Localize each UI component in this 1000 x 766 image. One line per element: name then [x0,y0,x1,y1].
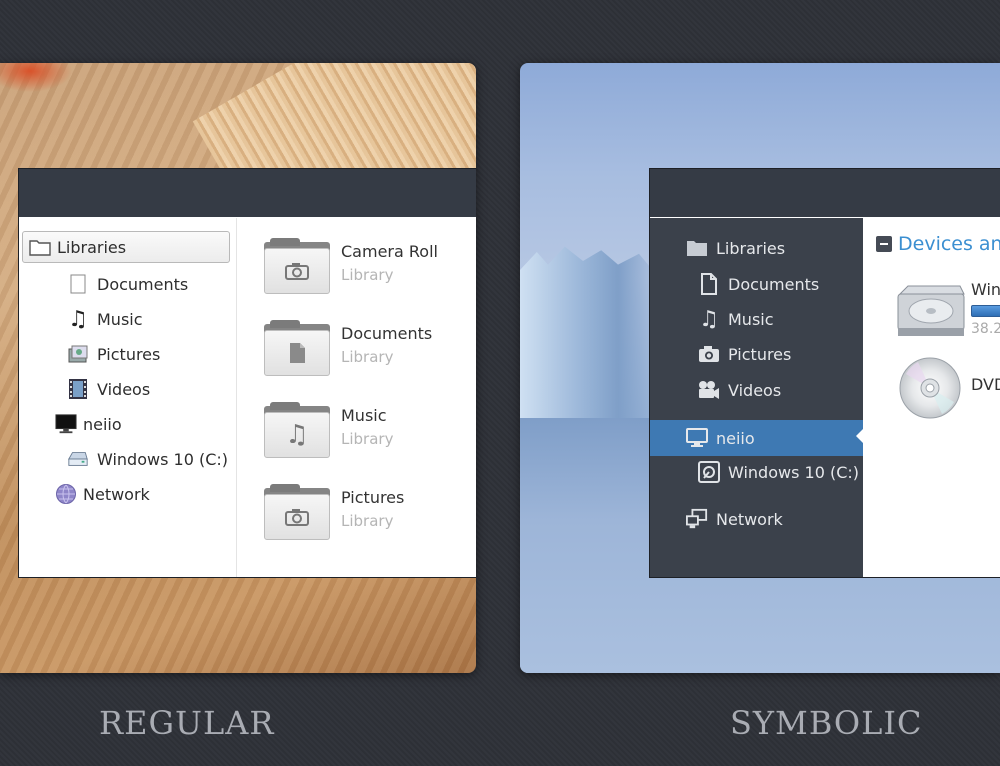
music-icon: ♫ [699,306,719,332]
selection-arrow [856,429,863,443]
sidebar-item-label: Libraries [716,238,786,258]
title-bar[interactable] [19,169,476,217]
network-icon [686,508,708,530]
sidebar-item-label: Music [728,309,774,329]
caption-regular: REGULAR [99,704,275,742]
caption-symbolic: SYMBOLIC [730,704,923,742]
folder-icon: ♫ [264,402,330,458]
sidebar-item-label: Music [97,309,143,329]
folder-icon [29,236,51,258]
sidebar-item-label: Videos [728,380,782,400]
music-icon: ♫ [285,420,309,450]
sidebar-item-music[interactable]: ♫ Music [698,303,774,335]
symbolic-preview-panel: Libraries Documents ♫ Music Pictures Vid… [520,63,1000,673]
document-icon [67,273,89,295]
sidebar-item-libraries[interactable]: Libraries [686,232,785,264]
library-type: Library [341,266,394,284]
monitor-icon [55,413,77,435]
sidebar-item-videos[interactable]: Videos [67,373,150,405]
sidebar-item-label: Documents [728,274,820,294]
sidebar-item-label: Windows 10 (C:) [728,462,859,482]
sidebar-item-computer[interactable]: neiio [55,408,122,440]
sidebar-item-label: Windows 10 (C:) [97,449,228,469]
document-icon [290,343,305,363]
sidebar-item-documents[interactable]: Documents [698,268,819,300]
folder-icon [264,238,330,294]
sidebar-item-pictures[interactable]: Pictures [698,338,791,370]
library-name: Documents [341,324,433,343]
music-icon: ♫ [68,306,88,332]
navigation-pane: Libraries Documents ♫ Music Pictures Vid… [650,218,863,577]
glacier-decoration [520,246,660,423]
symbolic-explorer-window: Libraries Documents ♫ Music Pictures Vid… [649,168,1000,578]
pictures-icon [67,343,89,365]
folder-icon [264,484,330,540]
library-type: Library [341,348,394,366]
sidebar-item-computer[interactable]: neiio [650,420,863,456]
usage-bar [971,305,1000,317]
library-type: Library [341,512,394,530]
document-icon [698,273,720,295]
sidebar-item-label: neiio [83,414,122,434]
camera-icon [698,343,720,365]
sidebar-item-videos[interactable]: Videos [698,374,781,406]
folder-icon [686,237,708,259]
folder-icon [264,320,330,376]
sidebar-item-libraries[interactable]: Libraries [22,231,230,263]
monitor-icon [686,427,708,449]
sidebar-item-label: neiio [716,428,755,448]
sidebar-item-pictures[interactable]: Pictures [67,338,160,370]
video-camera-icon [698,379,720,401]
drive-icon [698,461,720,483]
navigation-pane: Libraries Documents ♫ Music Pictures Vid… [19,218,237,577]
film-icon [67,378,89,400]
sidebar-item-label: Pictures [728,344,792,364]
sidebar-item-label: Network [83,484,150,504]
sidebar-item-label: Pictures [97,344,161,364]
sidebar-item-drive[interactable]: Windows 10 (C:) [67,443,228,475]
devices-section-header[interactable]: Devices an [876,233,1000,255]
sidebar-item-label: Libraries [57,237,127,257]
sidebar-item-documents[interactable]: Documents [67,268,188,300]
camera-icon [285,509,309,526]
library-type: Library [341,430,394,448]
collapse-icon[interactable] [876,236,892,252]
globe-icon [55,483,77,505]
device-size: 38.2 [971,321,1000,337]
device-name: DVD [971,375,1000,394]
title-bar[interactable] [650,169,1000,217]
library-name: Music [341,406,387,425]
drive-icon [67,448,89,470]
library-name: Pictures [341,488,405,507]
hard-drive-icon [897,285,965,336]
library-name: Camera Roll [341,242,438,261]
sidebar-item-label: Documents [97,274,189,294]
sidebar-item-label: Videos [97,379,151,399]
camera-icon [285,263,309,280]
content-pane: Camera Roll Library Documents Library ♫ … [237,218,476,577]
device-name: Win [971,280,1000,299]
sidebar-item-label: Network [716,509,783,529]
device-item-dvd[interactable]: DVD [864,353,1000,419]
regular-explorer-window: Libraries Documents ♫ Music Pictures Vid… [18,168,476,578]
device-item-hard-drive[interactable]: Win 38.2 [864,278,1000,342]
sidebar-item-network[interactable]: Network [55,478,150,510]
dvd-icon [899,357,961,419]
sidebar-item-drive[interactable]: Windows 10 (C:) [698,456,859,488]
content-pane: Devices an Win 38.2 DV [864,218,1000,577]
sidebar-item-network[interactable]: Network [686,503,783,535]
sidebar-item-music[interactable]: ♫ Music [67,303,143,335]
section-title: Devices an [898,233,1000,255]
regular-preview-panel: Libraries Documents ♫ Music Pictures Vid… [0,63,476,673]
